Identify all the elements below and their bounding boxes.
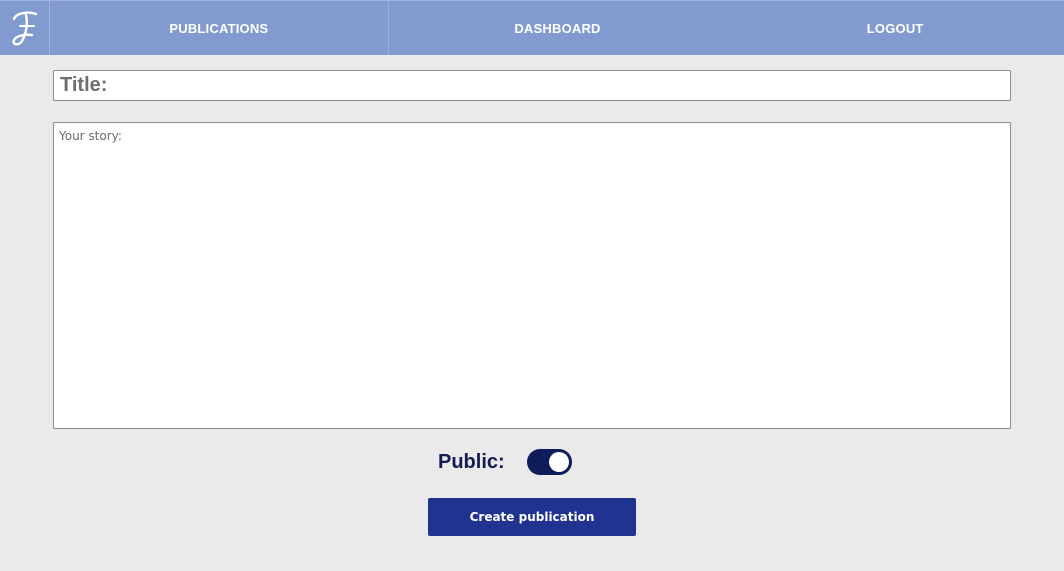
nav-publications-label: PUBLICATIONS xyxy=(169,20,269,36)
create-publication-button[interactable]: Create publication xyxy=(428,498,636,536)
top-navbar: PUBLICATIONS DASHBOARD LOGOUT xyxy=(0,0,1064,55)
title-input[interactable] xyxy=(53,70,1011,101)
nav-publications[interactable]: PUBLICATIONS xyxy=(50,1,389,55)
toggle-knob xyxy=(548,452,569,472)
logo[interactable] xyxy=(0,1,50,55)
script-j-logo-icon xyxy=(11,11,37,46)
story-textarea[interactable] xyxy=(53,122,1011,429)
nav-dashboard-label: DASHBOARD xyxy=(514,20,601,36)
public-toggle-row: Public: xyxy=(438,447,572,477)
nav-dashboard[interactable]: DASHBOARD xyxy=(389,1,727,55)
nav-logout-label: LOGOUT xyxy=(866,20,924,36)
nav-logout[interactable]: LOGOUT xyxy=(726,1,1064,55)
public-toggle[interactable] xyxy=(526,449,572,475)
public-label: Public: xyxy=(438,450,505,473)
